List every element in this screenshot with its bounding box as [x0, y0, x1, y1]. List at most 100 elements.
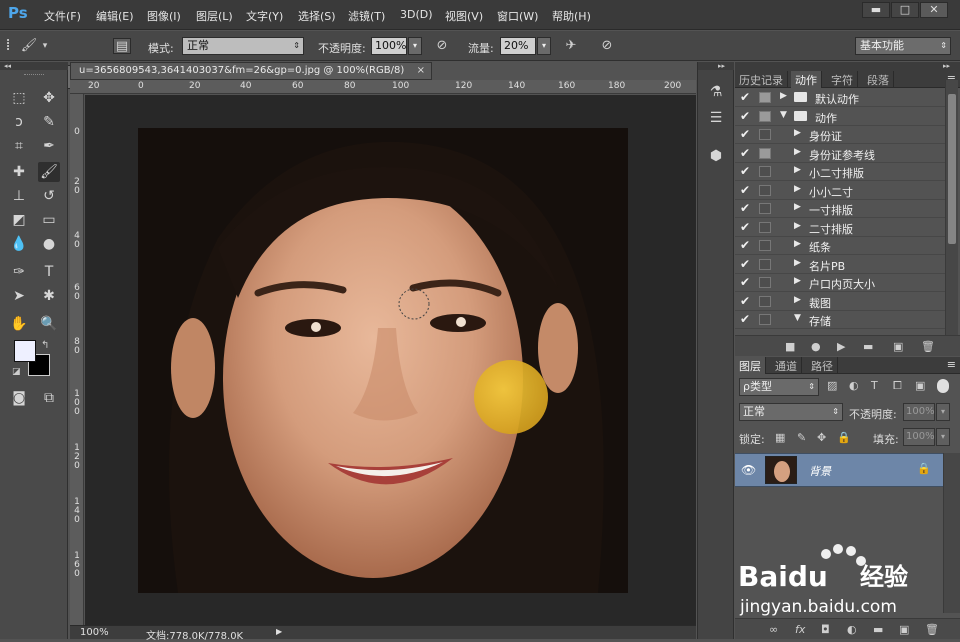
workspace-select[interactable]: 基本功能 ⇕ — [855, 37, 951, 55]
menu-file[interactable]: 文件(F) — [44, 8, 81, 24]
blend-mode-select[interactable]: 正常 ⇕ — [739, 403, 843, 421]
menu-image[interactable]: 图像(I) — [147, 8, 181, 24]
add-mask-icon[interactable]: ◘ — [821, 623, 830, 636]
fill-input[interactable]: 100% — [903, 428, 935, 446]
actions-scrollbar[interactable] — [945, 80, 958, 335]
foreground-color-swatch[interactable] — [14, 340, 36, 362]
menu-3d[interactable]: 3D(D) — [400, 8, 433, 21]
expand-right-icon[interactable]: ▶ — [794, 239, 801, 249]
portrait-image[interactable] — [138, 128, 628, 593]
expand-right-icon[interactable]: ▶ — [794, 147, 801, 157]
flow-dropdown-icon[interactable]: ▾ — [537, 37, 551, 55]
dialog-toggle-icon[interactable] — [759, 92, 771, 103]
menu-type[interactable]: 文字(Y) — [246, 8, 283, 24]
checkmark-icon[interactable]: ✔ — [740, 164, 750, 178]
action-row[interactable]: ✔ ▼ 存储 — [735, 311, 945, 329]
status-menu-icon[interactable]: ▶ — [276, 627, 282, 636]
expand-right-icon[interactable]: ▶ — [794, 258, 801, 268]
tab-layers[interactable]: 图层 — [735, 357, 766, 374]
checkmark-icon[interactable]: ✔ — [740, 183, 750, 197]
menu-select[interactable]: 选择(S) — [298, 8, 336, 24]
menu-layer[interactable]: 图层(L) — [196, 8, 233, 24]
action-row[interactable]: ✔ ▶ 户口内页大小 — [735, 274, 945, 292]
action-row[interactable]: ✔ ▶ 身份证参考线 — [735, 145, 945, 163]
quick-selection-tool-icon[interactable]: ✎ — [38, 112, 60, 132]
expand-right-icon[interactable]: ▶ — [780, 91, 787, 101]
checkmark-icon[interactable]: ✔ — [740, 220, 750, 234]
menu-edit[interactable]: 编辑(E) — [96, 8, 134, 24]
history-brush-tool-icon[interactable]: ↺ — [38, 186, 60, 206]
horizontal-ruler[interactable]: 20 0 20 40 60 80 100 120 140 160 180 200 — [70, 80, 696, 94]
layer-style-icon[interactable]: fx — [795, 623, 805, 636]
action-row[interactable]: ✔ ▶ 纸条 — [735, 237, 945, 255]
checkmark-icon[interactable]: ✔ — [740, 146, 750, 160]
pressure-size-icon[interactable]: ⊘ — [598, 38, 616, 54]
menu-filter[interactable]: 滤镜(T) — [348, 8, 385, 24]
panel-menu-icon[interactable]: ≡ — [947, 358, 956, 371]
checkmark-icon[interactable]: ✔ — [740, 201, 750, 215]
adjustment-layer-icon[interactable]: ◐ — [847, 623, 857, 636]
vertical-ruler[interactable]: 0 2 0 4 0 6 0 8 0 1 0 0 1 2 0 1 4 0 1 6 … — [70, 94, 84, 625]
airbrush-icon[interactable]: ✈ — [562, 38, 580, 54]
dialog-toggle-icon[interactable] — [759, 166, 771, 177]
new-layer-icon[interactable]: ▣ — [899, 623, 909, 636]
dialog-toggle-icon[interactable] — [759, 110, 771, 122]
minimize-button[interactable]: ▬ — [862, 2, 890, 18]
new-set-icon[interactable]: ▬ — [863, 340, 873, 353]
zoom-level[interactable]: 100% — [80, 627, 109, 638]
panel-expand-icon[interactable]: ▸▸ — [698, 62, 734, 70]
filter-adjustment-icon[interactable]: ◐ — [849, 379, 859, 392]
maximize-button[interactable]: □ — [891, 2, 919, 18]
new-action-icon[interactable]: ▣ — [893, 340, 903, 353]
expand-down-icon[interactable]: ▼ — [794, 313, 801, 323]
3d-panel-icon[interactable]: ⬢ — [705, 146, 727, 166]
panel-collapse-icon[interactable]: ◂◂ — [0, 62, 68, 70]
hand-tool-icon[interactable]: ✋ — [8, 314, 30, 334]
action-row[interactable]: ✔ ▶ 一寸排版 — [735, 200, 945, 218]
action-row[interactable]: ✔ ▶ 身份证 — [735, 126, 945, 144]
tab-channels[interactable]: 通道 — [771, 357, 802, 374]
scrollbar-thumb[interactable] — [948, 94, 956, 244]
checkmark-icon[interactable]: ✔ — [740, 90, 750, 104]
action-set-row[interactable]: ✔ ▼ 动作 — [735, 108, 945, 126]
expand-right-icon[interactable]: ▶ — [794, 165, 801, 175]
checkmark-icon[interactable]: ✔ — [740, 257, 750, 271]
lock-transparent-icon[interactable]: ▦ — [775, 431, 785, 444]
dialog-toggle-icon[interactable] — [759, 258, 771, 270]
action-row[interactable]: ✔ ▶ 二寸排版 — [735, 219, 945, 237]
filter-pixel-icon[interactable]: ▨ — [827, 379, 837, 392]
expand-right-icon[interactable]: ▶ — [794, 202, 801, 212]
checkmark-icon[interactable]: ✔ — [740, 238, 750, 252]
pressure-opacity-icon[interactable]: ⊘ — [433, 38, 451, 54]
eyedropper-tool-icon[interactable]: ✒ — [38, 136, 60, 156]
dialog-toggle-icon[interactable] — [759, 184, 771, 196]
brush-tool-icon[interactable]: 🖌 — [38, 162, 60, 182]
action-row[interactable]: ✔ ▶ 小小二寸 — [735, 182, 945, 200]
opacity-dropdown-icon[interactable]: ▾ — [408, 37, 422, 55]
layer-filter-select[interactable]: ρ类型 ⇕ — [739, 378, 819, 396]
crop-tool-icon[interactable]: ⌗ — [8, 136, 30, 156]
checkmark-icon[interactable]: ✔ — [740, 275, 750, 289]
expand-right-icon[interactable]: ▶ — [794, 295, 801, 305]
pen-tool-icon[interactable]: ✑ — [8, 262, 30, 282]
brush-panel-toggle-icon[interactable]: ▤ — [113, 38, 131, 54]
expand-right-icon[interactable]: ▶ — [794, 128, 801, 138]
menu-window[interactable]: 窗口(W) — [497, 8, 538, 24]
dialog-toggle-icon[interactable] — [759, 295, 771, 307]
eye-icon[interactable]: 👁 — [741, 463, 756, 477]
checkmark-icon[interactable]: ✔ — [740, 127, 750, 141]
record-icon[interactable]: ● — [811, 340, 821, 353]
checkmark-icon[interactable]: ✔ — [740, 109, 750, 123]
history-brush-panel-icon[interactable]: ⚗ — [705, 82, 727, 102]
action-row[interactable]: ✔ ▶ 名片PB — [735, 256, 945, 274]
brush-tool-icon[interactable]: 🖌 — [20, 38, 38, 54]
brush-presets-panel-icon[interactable]: ☰ — [705, 108, 727, 128]
layer-row-background[interactable]: 👁 背景 🔒 — [735, 453, 943, 487]
menu-view[interactable]: 视图(V) — [445, 8, 483, 24]
new-group-icon[interactable]: ▬ — [873, 623, 883, 636]
eraser-tool-icon[interactable]: ◩ — [8, 210, 30, 230]
swap-colors-icon[interactable]: ↰ — [41, 340, 49, 351]
quick-mask-icon[interactable]: ◙ — [8, 388, 30, 408]
delete-layer-icon[interactable]: 🗑 — [925, 623, 939, 636]
action-set-row[interactable]: ✔ ▶ 默认动作 — [735, 89, 945, 107]
